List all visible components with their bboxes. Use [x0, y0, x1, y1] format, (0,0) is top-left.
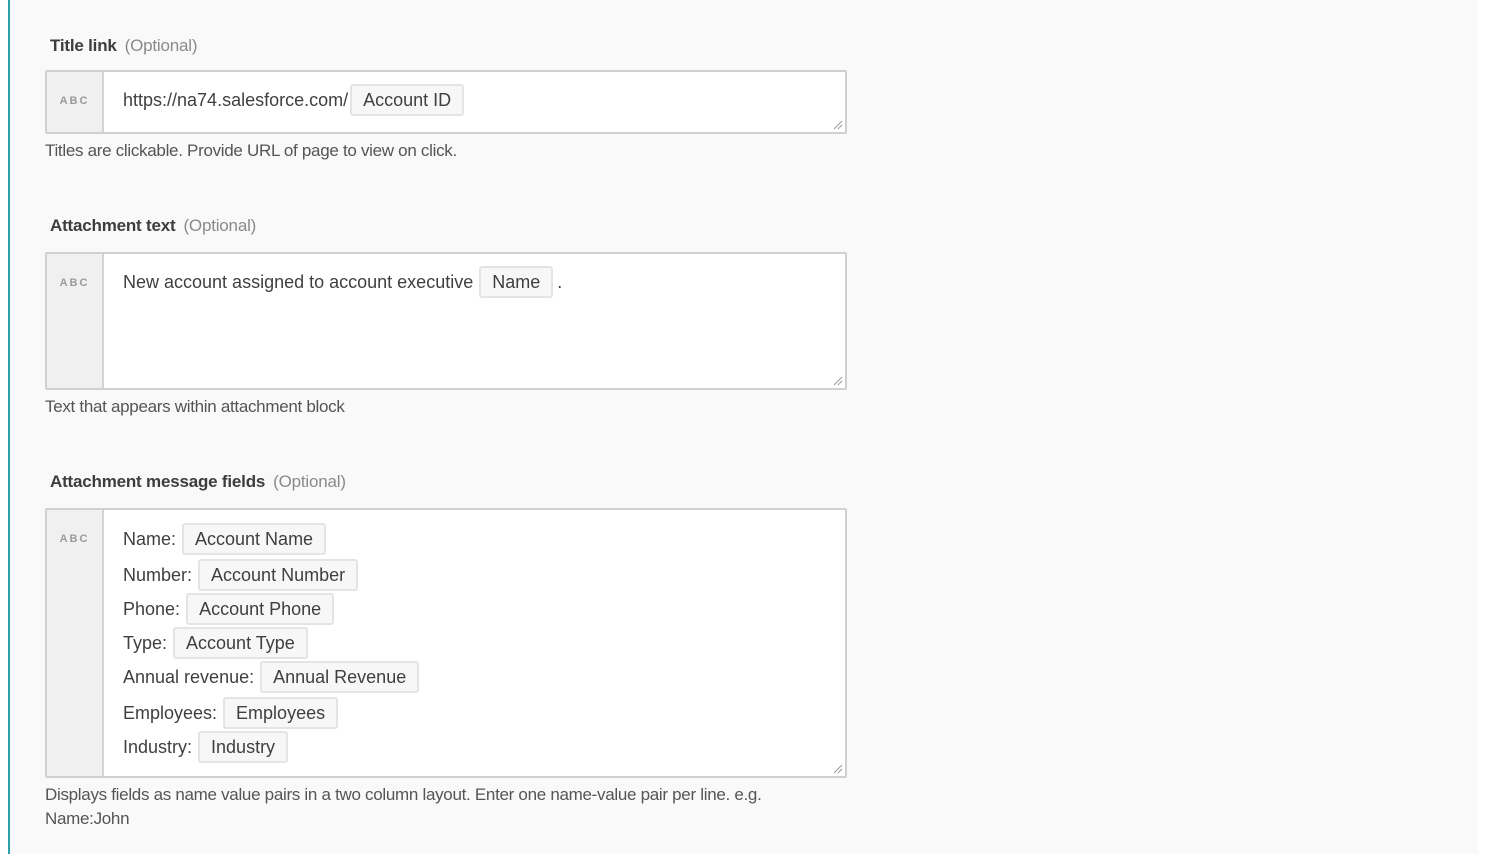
field-row-name: Employees:	[123, 702, 218, 723]
field-row: Number: Account Number	[123, 558, 835, 592]
field-row: Employees: Employees	[123, 696, 835, 730]
field-row-name: Name:	[123, 528, 177, 549]
field-row: Annual revenue: Annual Revenue	[123, 660, 835, 694]
token-pill[interactable]: Account Number	[198, 559, 359, 591]
token-pill[interactable]: Industry	[198, 731, 289, 763]
attachment-suffix: .	[557, 271, 563, 292]
attachment-text-help: Text that appears within attachment bloc…	[45, 397, 345, 416]
title-link-label: Title link (Optional)	[50, 36, 198, 56]
field-row: Type: Account Type	[123, 626, 835, 660]
optional-tag: (Optional)	[183, 216, 257, 235]
field-row: Phone: Account Phone	[123, 592, 835, 626]
attachment-fields-help: Displays fields as name value pairs in a…	[45, 783, 762, 831]
resize-handle-icon[interactable]	[831, 762, 843, 774]
field-row-name: Number:	[123, 564, 193, 585]
optional-tag: (Optional)	[124, 36, 198, 55]
attachment-text-label: Attachment text (Optional)	[50, 216, 256, 236]
text-type-icon: ABC	[47, 254, 104, 388]
token-pill[interactable]: Employees	[223, 697, 339, 729]
token-pill[interactable]: Account Type	[173, 627, 308, 659]
field-row-name: Annual revenue:	[123, 666, 255, 687]
title-link-help: Titles are clickable. Provide URL of pag…	[45, 141, 457, 160]
attachment-fields-input[interactable]: ABC Name: Account Name Number: Account N…	[45, 508, 847, 778]
resize-handle-icon[interactable]	[831, 374, 843, 386]
token-pill[interactable]: Account Phone	[186, 593, 335, 625]
resize-handle-icon[interactable]	[831, 118, 843, 130]
attachment-fields-label: Attachment message fields (Optional)	[50, 472, 346, 492]
title-link-value: https://na74.salesforce.com/ Account ID	[123, 84, 835, 116]
attachment-text-label-text: Attachment text	[50, 216, 176, 235]
token-pill[interactable]: Annual Revenue	[260, 661, 420, 693]
field-row: Industry: Industry	[123, 730, 835, 764]
attachment-fields-help-line1: Displays fields as name value pairs in a…	[45, 785, 762, 804]
attachment-text-input[interactable]: ABC New account assigned to account exec…	[45, 252, 847, 390]
title-link-label-text: Title link	[50, 36, 117, 55]
optional-tag: (Optional)	[273, 472, 346, 491]
attachment-prefix: New account assigned to account executiv…	[123, 271, 474, 292]
title-link-input[interactable]: ABC https://na74.salesforce.com/ Account…	[45, 70, 847, 134]
attachment-fields-help-line2: Name:John	[45, 809, 130, 828]
field-row-name: Phone:	[123, 598, 181, 619]
token-pill-name[interactable]: Name	[479, 266, 554, 298]
token-pill[interactable]: Account Name	[182, 523, 327, 555]
url-prefix: https://na74.salesforce.com/	[123, 89, 349, 110]
text-type-icon: ABC	[47, 510, 104, 776]
form-panel: Title link (Optional) ABC https://na74.sa…	[8, 0, 1478, 854]
token-pill-account-id[interactable]: Account ID	[350, 84, 465, 116]
field-row: Name: Account Name	[123, 522, 835, 556]
field-row-name: Type:	[123, 632, 168, 653]
text-type-icon: ABC	[47, 72, 104, 132]
attachment-text-value: New account assigned to account executiv…	[123, 266, 835, 298]
field-row-name: Industry:	[123, 736, 193, 757]
attachment-fields-label-text: Attachment message fields	[50, 472, 266, 491]
